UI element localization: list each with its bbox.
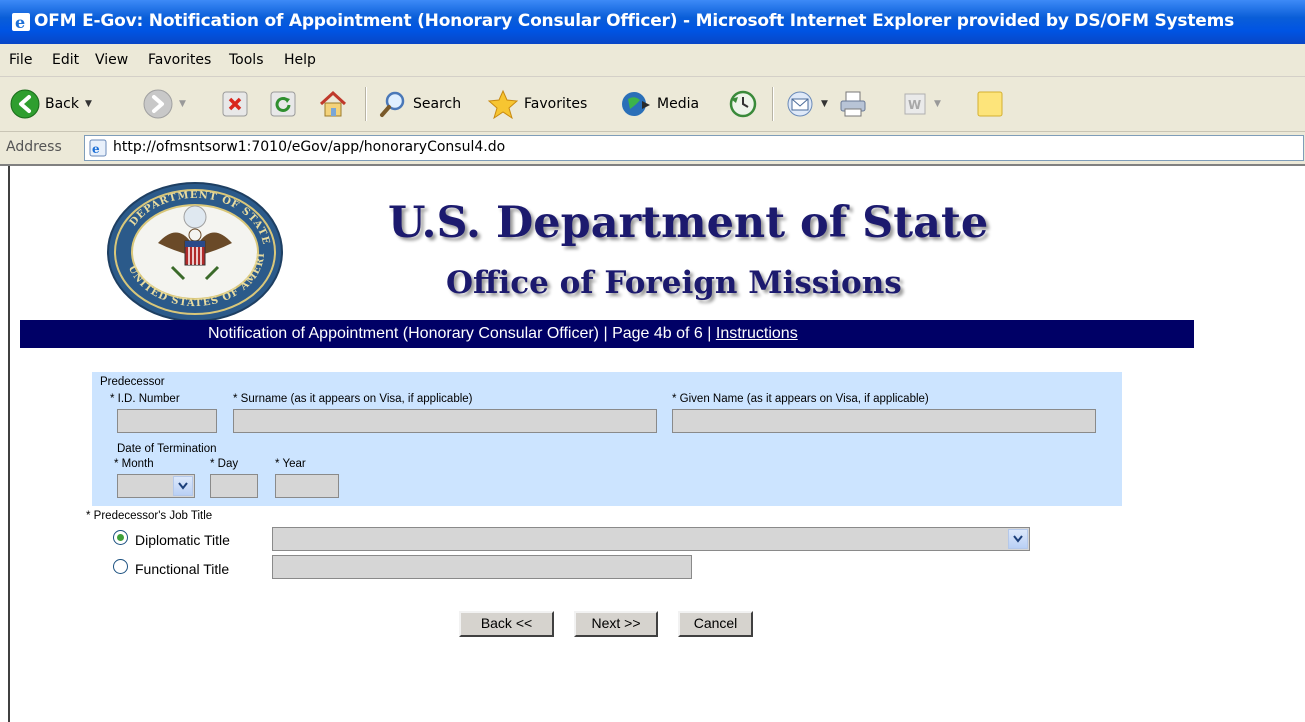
predecessor-panel: Predecessor * I.D. Number * Surname (as … [92,372,1122,506]
print-icon [840,91,866,117]
page-indicator: Page 4b of 6 [612,325,703,342]
stop-icon [222,91,248,117]
diplomatic-title-select[interactable] [272,527,1030,551]
print-button[interactable] [838,87,868,121]
year-label: * Year [275,458,306,470]
favorites-label: Favorites [524,96,588,112]
forward-button[interactable]: ▼ [143,87,186,121]
back-form-button[interactable]: Back << [459,611,554,637]
internet-explorer-icon: e [11,12,31,32]
menu-edit[interactable]: Edit [52,52,79,68]
search-button[interactable]: Search [378,87,461,121]
title-bar[interactable]: e OFM E-Gov: Notification of Appointment… [0,0,1305,44]
functional-title-radio[interactable] [113,559,128,574]
media-label: Media [657,96,700,112]
history-icon [729,90,757,118]
predecessor-section-label: Predecessor [100,376,165,388]
messenger-button[interactable] [975,87,1005,121]
day-input[interactable] [210,474,258,498]
history-button[interactable] [728,87,758,121]
functional-title-label: Functional Title [135,561,230,577]
month-label: * Month [114,458,154,470]
menu-tools[interactable]: Tools [229,52,264,68]
chevron-down-icon [173,476,193,496]
month-select[interactable] [117,474,195,498]
id-number-label: * I.D. Number [110,393,180,405]
year-input[interactable] [275,474,339,498]
refresh-icon [270,91,296,117]
favorites-button[interactable]: Favorites [487,87,587,121]
diplomatic-title-label: Diplomatic Title [135,532,230,548]
edit-dropdown-icon[interactable]: ▼ [934,99,941,109]
cancel-button[interactable]: Cancel [678,611,753,637]
instructions-link[interactable]: Instructions [716,325,798,342]
page-title: U.S. Department of State [388,198,989,248]
back-button[interactable]: Back ▼ [10,87,92,121]
address-field[interactable]: e http://ofmsntsorw1:7010/eGov/app/honor… [84,135,1304,161]
back-button-label: Back [45,96,79,112]
favorites-star-icon [487,89,519,119]
nav-separator-2: | [707,325,712,342]
forward-dropdown-icon[interactable]: ▼ [179,99,186,109]
menu-bar: File Edit View Favorites Tools Help [0,44,1305,77]
next-button[interactable]: Next >> [574,611,658,637]
svg-text:e: e [15,13,25,32]
given-name-input[interactable] [672,409,1096,433]
mail-dropdown-icon[interactable]: ▼ [821,99,828,109]
page-content: DEPARTMENT OF STATE UNITED STATES OF AME… [8,166,1305,722]
search-label: Search [413,96,462,112]
job-title-label: * Predecessor's Job Title [86,510,213,522]
surname-input[interactable] [233,409,657,433]
home-icon [319,90,347,117]
menu-help[interactable]: Help [284,52,316,68]
surname-label: * Surname (as it appears on Visa, if app… [233,393,473,405]
stop-button[interactable] [222,87,248,121]
toolbar: Back ▼ ▼ Search Favorites Media ▼ W ▼ [0,77,1305,132]
menu-view[interactable]: View [95,52,128,68]
department-of-state-seal: DEPARTMENT OF STATE UNITED STATES OF AME… [101,173,284,323]
functional-title-input[interactable] [272,555,692,579]
edit-word-button[interactable]: W ▼ [902,87,941,121]
menu-file[interactable]: File [9,52,32,68]
forward-arrow-icon [143,89,173,119]
media-button[interactable]: Media [620,87,699,121]
form-nav-text: Notification of Appointment (Honorary Co… [208,325,798,343]
id-number-input[interactable] [117,409,217,433]
back-dropdown-icon[interactable]: ▼ [85,99,92,109]
diplomatic-title-radio[interactable] [113,530,128,545]
mail-button[interactable]: ▼ [785,87,828,121]
browser-window: e OFM E-Gov: Notification of Appointment… [0,0,1305,722]
day-label: * Day [210,458,239,470]
radio-selected-dot [117,534,124,541]
given-name-label: * Given Name (as it appears on Visa, if … [672,393,929,405]
chevron-down-icon [1008,529,1028,549]
address-bar: Address e http://ofmsntsorw1:7010/eGov/a… [0,132,1305,166]
nav-separator-1: | [603,325,608,342]
form-nav-band: Notification of Appointment (Honorary Co… [20,320,1194,348]
svg-text:W: W [908,98,921,112]
media-icon [622,92,650,116]
address-url: http://ofmsntsorw1:7010/eGov/app/honorar… [113,139,506,155]
mail-icon [787,91,813,117]
address-label: Address [6,139,62,155]
window-title: OFM E-Gov: Notification of Appointment (… [34,11,1235,31]
back-arrow-icon [10,89,40,119]
search-icon [380,91,405,117]
word-icon: W [904,93,926,115]
page-subtitle: Office of Foreign Missions [446,265,902,301]
menu-favorites[interactable]: Favorites [148,52,211,68]
page-icon: e [89,139,107,161]
sticky-note-icon [977,91,1003,117]
form-title: Notification of Appointment (Honorary Co… [208,325,599,342]
termination-date-label: Date of Termination [117,443,217,455]
home-button[interactable] [318,87,348,121]
refresh-button[interactable] [270,87,296,121]
svg-text:e: e [92,142,100,156]
